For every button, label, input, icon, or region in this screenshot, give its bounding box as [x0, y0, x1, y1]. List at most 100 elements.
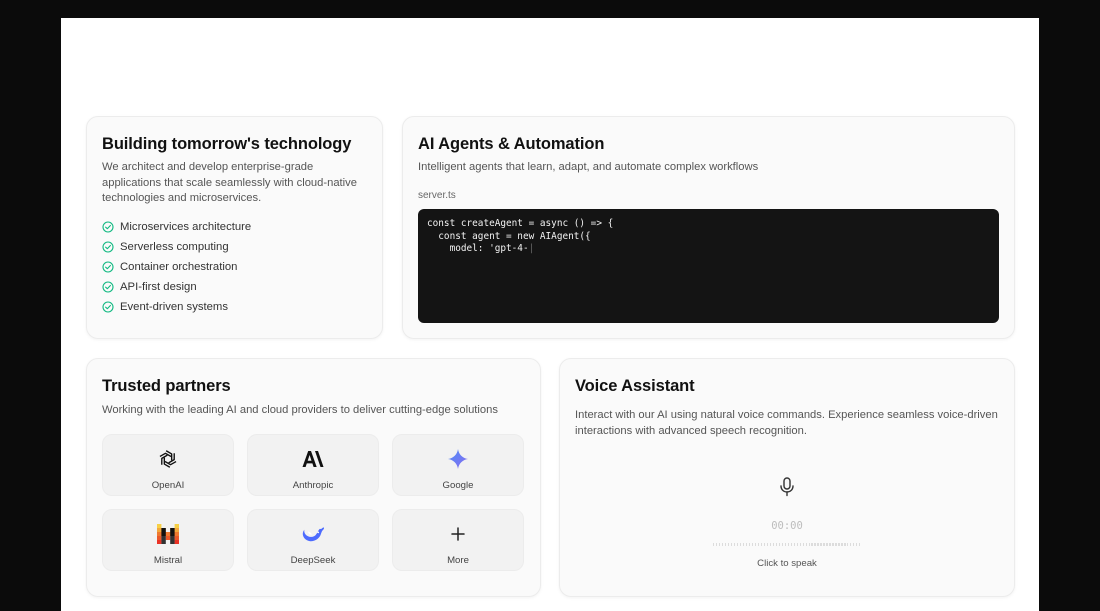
- waveform-bar: [814, 543, 816, 546]
- waveform-bar: [748, 543, 750, 546]
- waveform-bar: [713, 543, 715, 546]
- feature-label: Serverless computing: [120, 241, 229, 253]
- waveform-bar: [847, 543, 849, 546]
- code-line: const agent = new AIAgent({: [427, 230, 591, 242]
- waveform-bar: [769, 543, 771, 546]
- waveform-bar: [859, 543, 861, 546]
- waveform-bar: [799, 543, 801, 546]
- waveform-bar: [760, 543, 762, 546]
- waveform-bar: [772, 543, 774, 546]
- ai-agents-card-title: AI Agents & Automation: [418, 135, 605, 153]
- waveform-bar: [838, 543, 840, 546]
- code-line-typing: model: 'gpt-4-|: [427, 243, 990, 256]
- waveform-bar: [718, 543, 721, 546]
- openai-logo-icon: [156, 447, 180, 471]
- waveform-bar: [727, 543, 730, 546]
- text-cursor: |: [528, 243, 535, 255]
- feature-label: Microservices architecture: [120, 221, 252, 233]
- partners-card-description: Working with the leading AI and cloud pr…: [102, 404, 498, 416]
- technology-card: Building tomorrow's technology We archit…: [86, 116, 383, 339]
- list-item: Microservices architecture: [102, 217, 251, 237]
- feature-list: Microservices architecture Serverless co…: [102, 217, 251, 317]
- waveform-bar: [826, 543, 828, 546]
- waveform-bar: [808, 543, 810, 546]
- technology-card-description: We architect and develop enterprise-grad…: [102, 161, 357, 204]
- feature-label: Container orchestration: [120, 261, 238, 273]
- waveform-bar: [796, 543, 798, 546]
- waveform-bar: [802, 543, 804, 546]
- waveform-bar: [820, 543, 822, 546]
- waveform-bar: [784, 543, 786, 546]
- partner-label: More: [447, 555, 469, 566]
- click-to-speak-button[interactable]: Click to speak: [560, 558, 1014, 569]
- google-gemini-icon: [446, 447, 470, 471]
- waveform-bar: [787, 543, 789, 546]
- voice-assistant-description: Interact with our AI using natural voice…: [575, 409, 998, 437]
- feature-label: Event-driven systems: [120, 301, 228, 313]
- mistral-logo-icon: [156, 522, 180, 546]
- partner-label: Google: [442, 480, 474, 491]
- waveform-bar: [739, 543, 742, 546]
- waveform-bar: [733, 543, 736, 546]
- list-item: Container orchestration: [102, 257, 251, 277]
- plus-icon: [446, 522, 470, 546]
- ai-agents-card: AI Agents & Automation Intelligent agent…: [402, 116, 1015, 339]
- partner-tile-mistral[interactable]: Mistral: [102, 509, 234, 571]
- partners-card-title: Trusted partners: [102, 377, 231, 395]
- code-line: const createAgent = async () => {: [427, 218, 614, 229]
- list-item: Serverless computing: [102, 237, 251, 257]
- partner-tile-openai[interactable]: OpenAI: [102, 434, 234, 496]
- partners-card: Trusted partners Working with the leadin…: [86, 358, 541, 597]
- partner-tile-anthropic[interactable]: Anthropic: [247, 434, 379, 496]
- partner-tile-deepseek[interactable]: DeepSeek: [247, 509, 379, 571]
- waveform-bar: [757, 543, 759, 546]
- code-line-text: model: 'gpt-4-: [427, 243, 529, 255]
- waveform-bar: [721, 543, 724, 546]
- waveform-bar: [751, 543, 753, 546]
- waveform-bar: [817, 543, 819, 546]
- waveform-bar: [793, 543, 795, 546]
- partner-label: Mistral: [153, 555, 183, 566]
- check-circle-icon: [102, 261, 114, 273]
- partner-label: Anthropic: [292, 480, 334, 491]
- feature-label: API-first design: [120, 281, 197, 293]
- waveform-bar: [763, 543, 765, 546]
- waveform-bar: [790, 543, 792, 546]
- waveform-bar: [730, 543, 733, 546]
- list-item: Event-driven systems: [102, 297, 251, 317]
- waveform-bar: [832, 543, 834, 546]
- waveform-bar: [775, 543, 777, 546]
- waveform-bar: [829, 543, 831, 546]
- waveform-bar: [805, 543, 807, 546]
- waveform-bar: [715, 543, 718, 546]
- microphone-icon[interactable]: [778, 477, 796, 497]
- ai-agents-card-description: Intelligent agents that learn, adapt, an…: [418, 161, 759, 173]
- technology-card-title: Building tomorrow's technology: [102, 135, 352, 153]
- code-filename: server.ts: [418, 190, 456, 201]
- list-item: API-first design: [102, 277, 251, 297]
- waveform-bar: [853, 543, 855, 546]
- recording-timer: 00:00: [771, 520, 803, 532]
- check-circle-icon: [102, 281, 114, 293]
- partner-tile-google[interactable]: Google: [392, 434, 524, 496]
- waveform-bar: [745, 543, 748, 546]
- waveform-bar: [781, 543, 783, 546]
- deepseek-whale-icon: [301, 522, 325, 546]
- waveform-bar: [742, 543, 745, 546]
- anthropic-logo-icon: [301, 447, 325, 471]
- waveform-bar: [766, 543, 768, 546]
- waveform-bar: [823, 543, 825, 546]
- waveform-bar: [754, 543, 756, 546]
- audio-waveform: [713, 543, 861, 546]
- partner-label: OpenAI: [151, 480, 185, 491]
- waveform-bar: [811, 543, 813, 546]
- voice-assistant-card: Voice Assistant Interact with our AI usi…: [559, 358, 1015, 597]
- partner-tile-more[interactable]: More: [392, 509, 524, 571]
- waveform-bar: [736, 543, 739, 546]
- check-circle-icon: [102, 241, 114, 253]
- waveform-bar: [841, 543, 843, 546]
- check-circle-icon: [102, 221, 114, 233]
- waveform-bar: [844, 543, 846, 546]
- voice-assistant-title: Voice Assistant: [575, 377, 695, 395]
- waveform-bar: [778, 543, 780, 546]
